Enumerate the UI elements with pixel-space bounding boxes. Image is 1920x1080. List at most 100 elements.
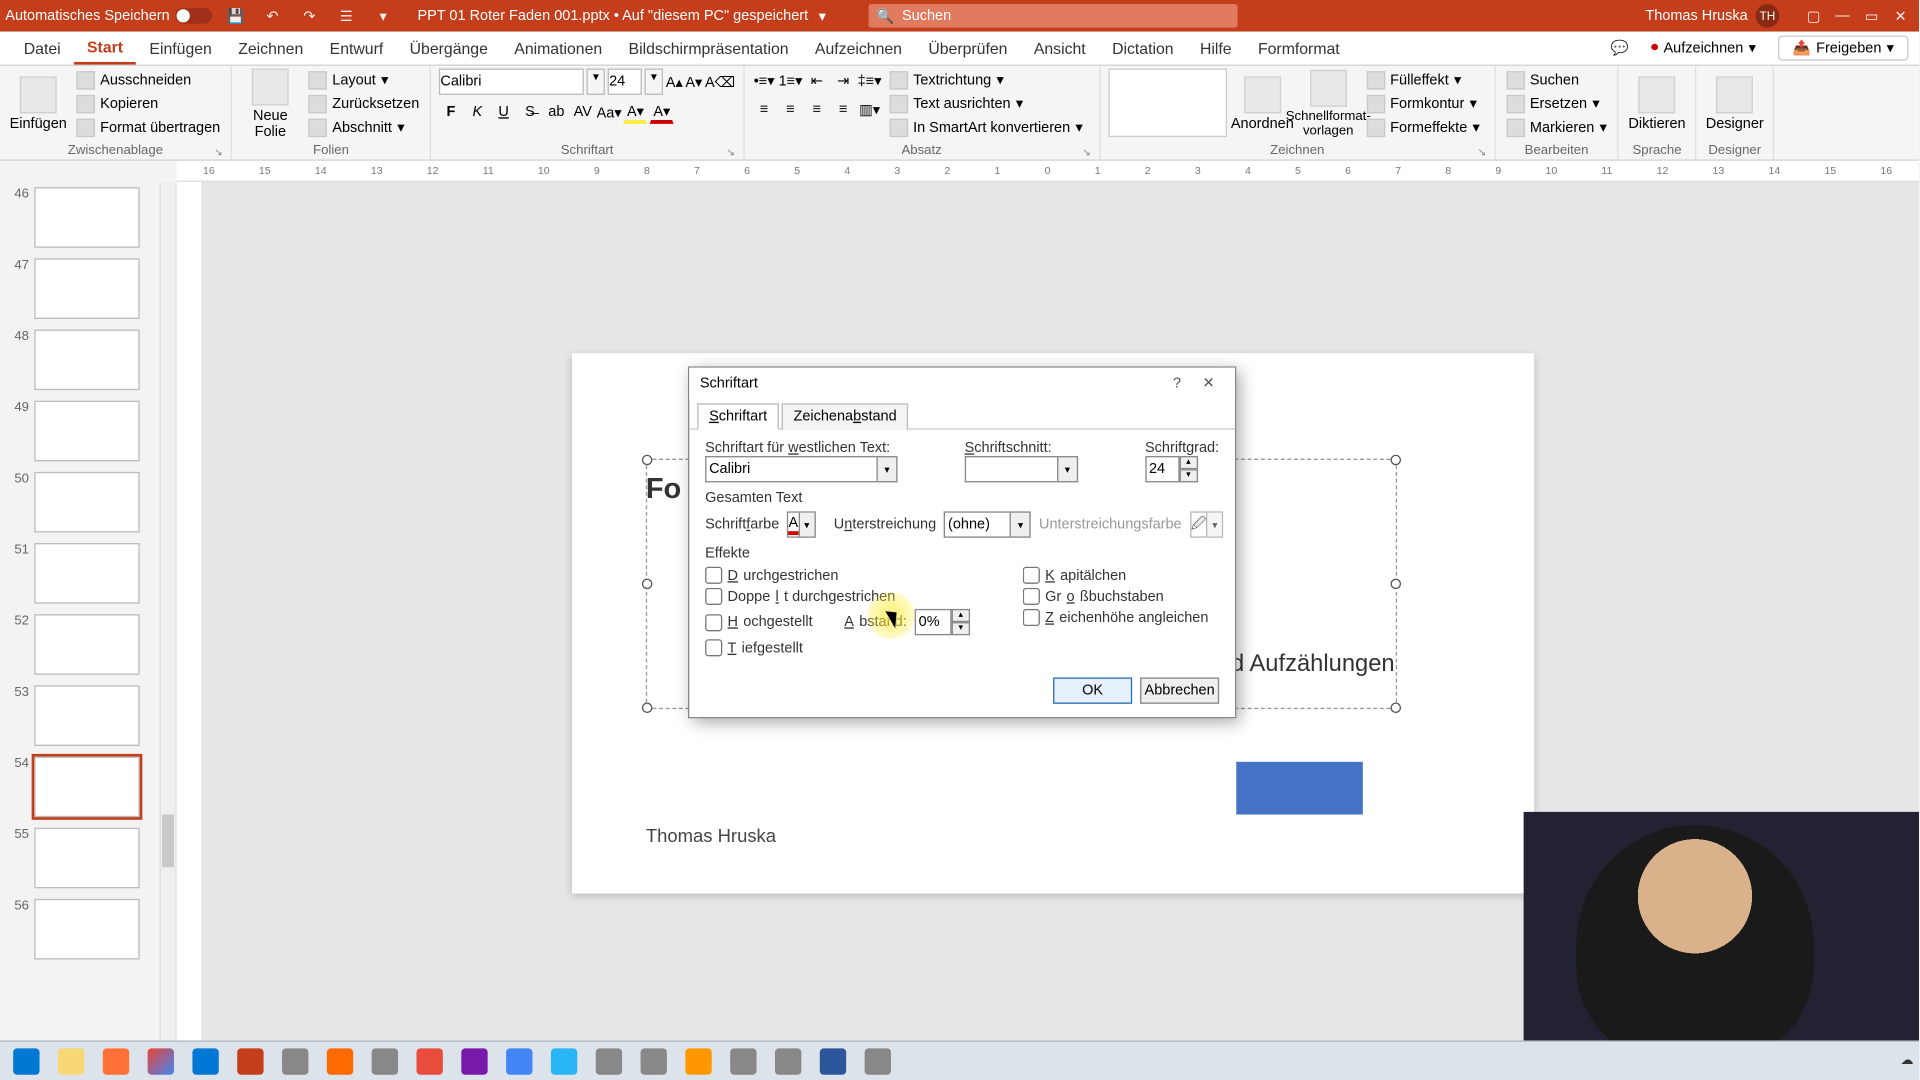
undo-icon[interactable]: ↶ — [259, 3, 285, 29]
tab-review[interactable]: Überprüfen — [915, 34, 1021, 63]
taskbar-app-1[interactable] — [274, 1044, 316, 1078]
share-button[interactable]: 📤Freigeben▾ — [1778, 36, 1908, 61]
subscript-checkbox[interactable]: Tiefgestellt — [705, 639, 970, 656]
align-center-button[interactable]: ≡ — [779, 98, 803, 122]
tab-design[interactable]: Entwurf — [316, 34, 396, 63]
cancel-button[interactable]: Abbrechen — [1140, 677, 1219, 703]
equalize-checkbox[interactable]: Zeichenhöhe angleichen — [1023, 609, 1209, 626]
taskbar-app-8[interactable] — [633, 1044, 675, 1078]
taskbar-app-5[interactable] — [498, 1044, 540, 1078]
increase-font-icon[interactable]: A▴ — [666, 73, 683, 90]
horizontal-ruler[interactable]: 1615141312111098765432101234567891011121… — [177, 161, 1919, 182]
font-style-combo[interactable] — [965, 456, 1057, 482]
vertical-ruler[interactable] — [177, 182, 203, 1052]
allcaps-checkbox[interactable]: Großbuchstaben — [1023, 588, 1209, 605]
ok-button[interactable]: OK — [1053, 677, 1132, 703]
strikethrough-checkbox[interactable]: Durchgestrichen — [705, 567, 970, 584]
quick-styles-button[interactable]: Schnellformat- vorlagen — [1298, 69, 1359, 140]
dialog-tab-spacing[interactable]: Zeichenabstand — [782, 403, 909, 429]
taskbar-app-7[interactable] — [588, 1044, 630, 1078]
size-down[interactable]: ▾ — [1179, 469, 1197, 482]
slide-thumbnail-47[interactable]: 47 — [0, 253, 175, 324]
document-title[interactable]: PPT 01 Roter Faden 001.pptx • Auf "diese… — [417, 8, 808, 24]
close-icon[interactable]: ✕ — [1887, 3, 1913, 29]
paragraph-launcher[interactable]: ↘ — [1082, 146, 1091, 158]
font-size-input[interactable] — [608, 69, 642, 95]
underline-button[interactable]: U — [492, 100, 516, 124]
scrollbar-thumb[interactable] — [162, 815, 174, 868]
search-box[interactable]: 🔍 Suchen — [868, 4, 1237, 28]
font-size-dropdown[interactable]: ▾ — [645, 69, 663, 95]
bold-button[interactable]: F — [439, 100, 463, 124]
format-painter-button[interactable]: Format übertragen — [74, 116, 223, 138]
shape-fill-button[interactable]: Fülleffekt▾ — [1364, 69, 1483, 91]
font-size-field[interactable] — [1145, 456, 1179, 482]
highlight-button[interactable]: A▾ — [624, 100, 648, 124]
taskbar-onenote[interactable] — [453, 1044, 495, 1078]
underline-combo[interactable] — [944, 511, 1010, 537]
clipboard-launcher[interactable]: ↘ — [214, 146, 223, 158]
drawing-launcher[interactable]: ↘ — [1478, 146, 1487, 158]
increase-indent-button[interactable]: ⇥ — [831, 69, 855, 93]
taskbar-edge[interactable] — [185, 1044, 227, 1078]
smallcaps-checkbox[interactable]: Kapitälchen — [1023, 567, 1209, 584]
select-button[interactable]: Markieren▾ — [1504, 116, 1610, 138]
shapes-gallery[interactable] — [1108, 69, 1227, 138]
slide-thumbnail-56[interactable]: 56 — [0, 894, 175, 965]
slide-thumbnail-53[interactable]: 53 — [0, 680, 175, 751]
align-left-button[interactable]: ≡ — [752, 98, 776, 122]
tab-transitions[interactable]: Übergänge — [396, 34, 501, 63]
tab-dictation[interactable]: Dictation — [1099, 34, 1187, 63]
dialog-close-icon[interactable]: ✕ — [1193, 374, 1225, 391]
slide-thumbnail-50[interactable]: 50 — [0, 467, 175, 538]
start-button[interactable] — [5, 1044, 47, 1078]
copy-button[interactable]: Kopieren — [74, 92, 223, 114]
taskbar-app-3[interactable] — [364, 1044, 406, 1078]
taskbar-word[interactable] — [812, 1044, 854, 1078]
slide-thumbnail-48[interactable]: 48 — [0, 324, 175, 395]
tab-draw[interactable]: Zeichnen — [225, 34, 316, 63]
align-text-button[interactable]: Text ausrichten▾ — [887, 92, 1086, 114]
offset-down[interactable]: ▾ — [952, 622, 970, 635]
font-color-button[interactable]: A▾ — [650, 100, 674, 124]
new-slide-button[interactable]: Neue Folie — [240, 69, 301, 140]
align-right-button[interactable]: ≡ — [805, 98, 829, 122]
tab-record[interactable]: Aufzeichnen — [802, 34, 915, 63]
dialog-help-icon[interactable]: ? — [1161, 375, 1193, 391]
record-button[interactable]: ⏺Aufzeichnen▾ — [1642, 36, 1765, 61]
slide-shape-rectangle[interactable] — [1236, 762, 1363, 815]
cut-button[interactable]: Ausschneiden — [74, 69, 223, 91]
qat-dropdown-icon[interactable]: ▾ — [370, 3, 396, 29]
slide-thumbnail-54[interactable]: 54 — [0, 751, 175, 822]
designer-button[interactable]: Designer — [1704, 69, 1765, 140]
shape-outline-button[interactable]: Formkontur▾ — [1364, 92, 1483, 114]
autosave-toggle[interactable]: Automatisches Speichern — [5, 8, 212, 24]
taskbar-app-9[interactable] — [677, 1044, 719, 1078]
taskbar-app-12[interactable] — [857, 1044, 899, 1078]
thumbnails-scrollbar[interactable] — [159, 182, 175, 1052]
dictate-button[interactable]: Diktieren — [1627, 69, 1688, 140]
tab-home[interactable]: Start — [74, 32, 136, 64]
slide-thumbnail-46[interactable]: 46 — [0, 182, 175, 253]
dialog-tab-font[interactable]: Schriftart — [697, 403, 779, 429]
font-style-dropdown[interactable]: ▾ — [1057, 456, 1078, 482]
slide-thumbnail-49[interactable]: 49 — [0, 395, 175, 466]
clear-format-icon[interactable]: A⌫ — [705, 73, 735, 90]
ribbon-options-icon[interactable]: ▢ — [1800, 3, 1826, 29]
maximize-icon[interactable]: ▭ — [1858, 3, 1884, 29]
slide-thumbnail-55[interactable]: 55 — [0, 822, 175, 893]
latin-font-dropdown[interactable]: ▾ — [876, 456, 897, 482]
decrease-indent-button[interactable]: ⇤ — [805, 69, 829, 93]
taskbar-chrome[interactable] — [140, 1044, 182, 1078]
taskbar-powerpoint[interactable] — [229, 1044, 271, 1078]
taskbar-explorer[interactable] — [50, 1044, 92, 1078]
bullets-button[interactable]: •≡▾ — [752, 69, 776, 93]
section-button[interactable]: Abschnitt▾ — [306, 116, 422, 138]
taskbar-app-4[interactable] — [409, 1044, 451, 1078]
shape-effects-button[interactable]: Formeffekte▾ — [1364, 116, 1483, 138]
taskbar-firefox[interactable] — [95, 1044, 137, 1078]
layout-button[interactable]: Layout▾ — [306, 69, 422, 91]
underline-color-dropdown[interactable]: 🖉▾ — [1190, 511, 1224, 537]
justify-button[interactable]: ≡ — [831, 98, 855, 122]
tab-help[interactable]: Hilfe — [1187, 34, 1245, 63]
